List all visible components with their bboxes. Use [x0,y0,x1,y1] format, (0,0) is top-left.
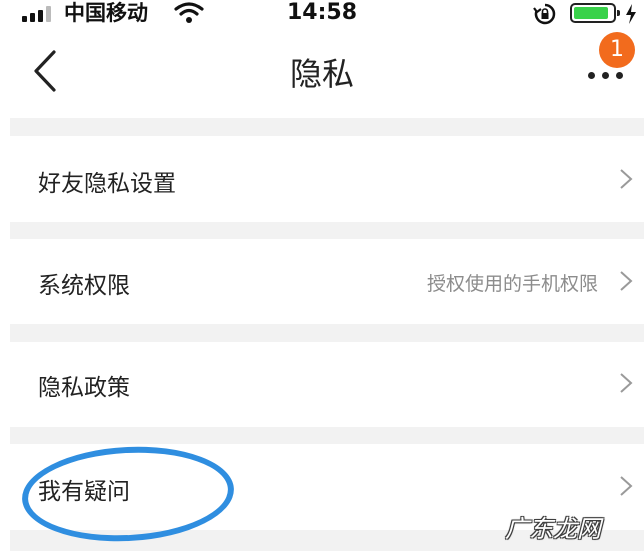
chevron-right-icon [618,372,634,394]
list-item-system-permissions[interactable]: 系统权限 授权使用的手机权限 [10,239,644,324]
more-dots-icon [588,72,595,79]
page-title: 隐私 [289,55,354,93]
chevron-right-icon [618,270,634,292]
section-separator [10,118,644,136]
section-separator [10,222,644,239]
list-item-label: 系统权限 [38,273,130,299]
chevron-right-icon [618,475,634,497]
battery-level [574,7,608,19]
list-item-hint: 授权使用的手机权限 [426,273,598,295]
watermark-text: 广东龙网 [505,515,601,543]
section-separator [10,427,644,444]
list-item-label: 隐私政策 [38,375,130,401]
section-separator [10,324,644,342]
chevron-right-icon [618,168,634,190]
status-bar: 中国移动 14:58 [0,0,644,28]
list-item-friend-privacy[interactable]: 好友隐私设置 [10,136,644,222]
battery-tip [617,10,620,16]
list-item-privacy-policy[interactable]: 隐私政策 [10,342,644,427]
nav-bar: 隐私 1 [0,28,644,118]
battery-icon [570,3,616,23]
notification-badge: 1 [599,32,635,68]
rotation-lock-icon [532,2,558,30]
list-item-label: 好友隐私设置 [38,171,176,197]
charging-icon [625,4,637,28]
